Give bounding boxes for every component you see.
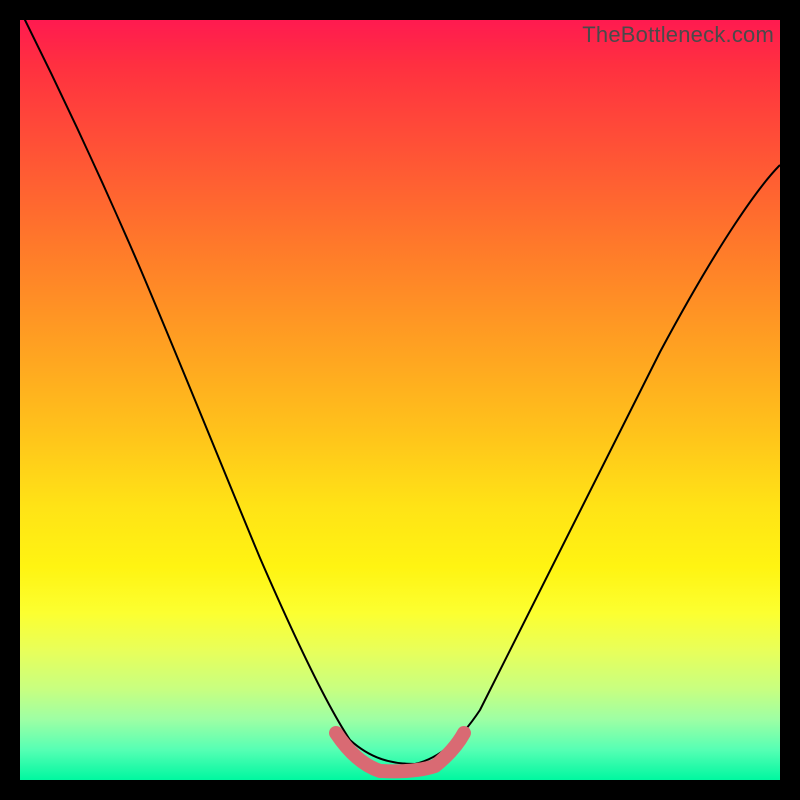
- watermark-text: TheBottleneck.com: [582, 22, 774, 48]
- pink-u-marker: [336, 733, 464, 771]
- bottleneck-curve: [20, 20, 780, 764]
- chart-svg: [20, 20, 780, 780]
- chart-frame: TheBottleneck.com: [20, 20, 780, 780]
